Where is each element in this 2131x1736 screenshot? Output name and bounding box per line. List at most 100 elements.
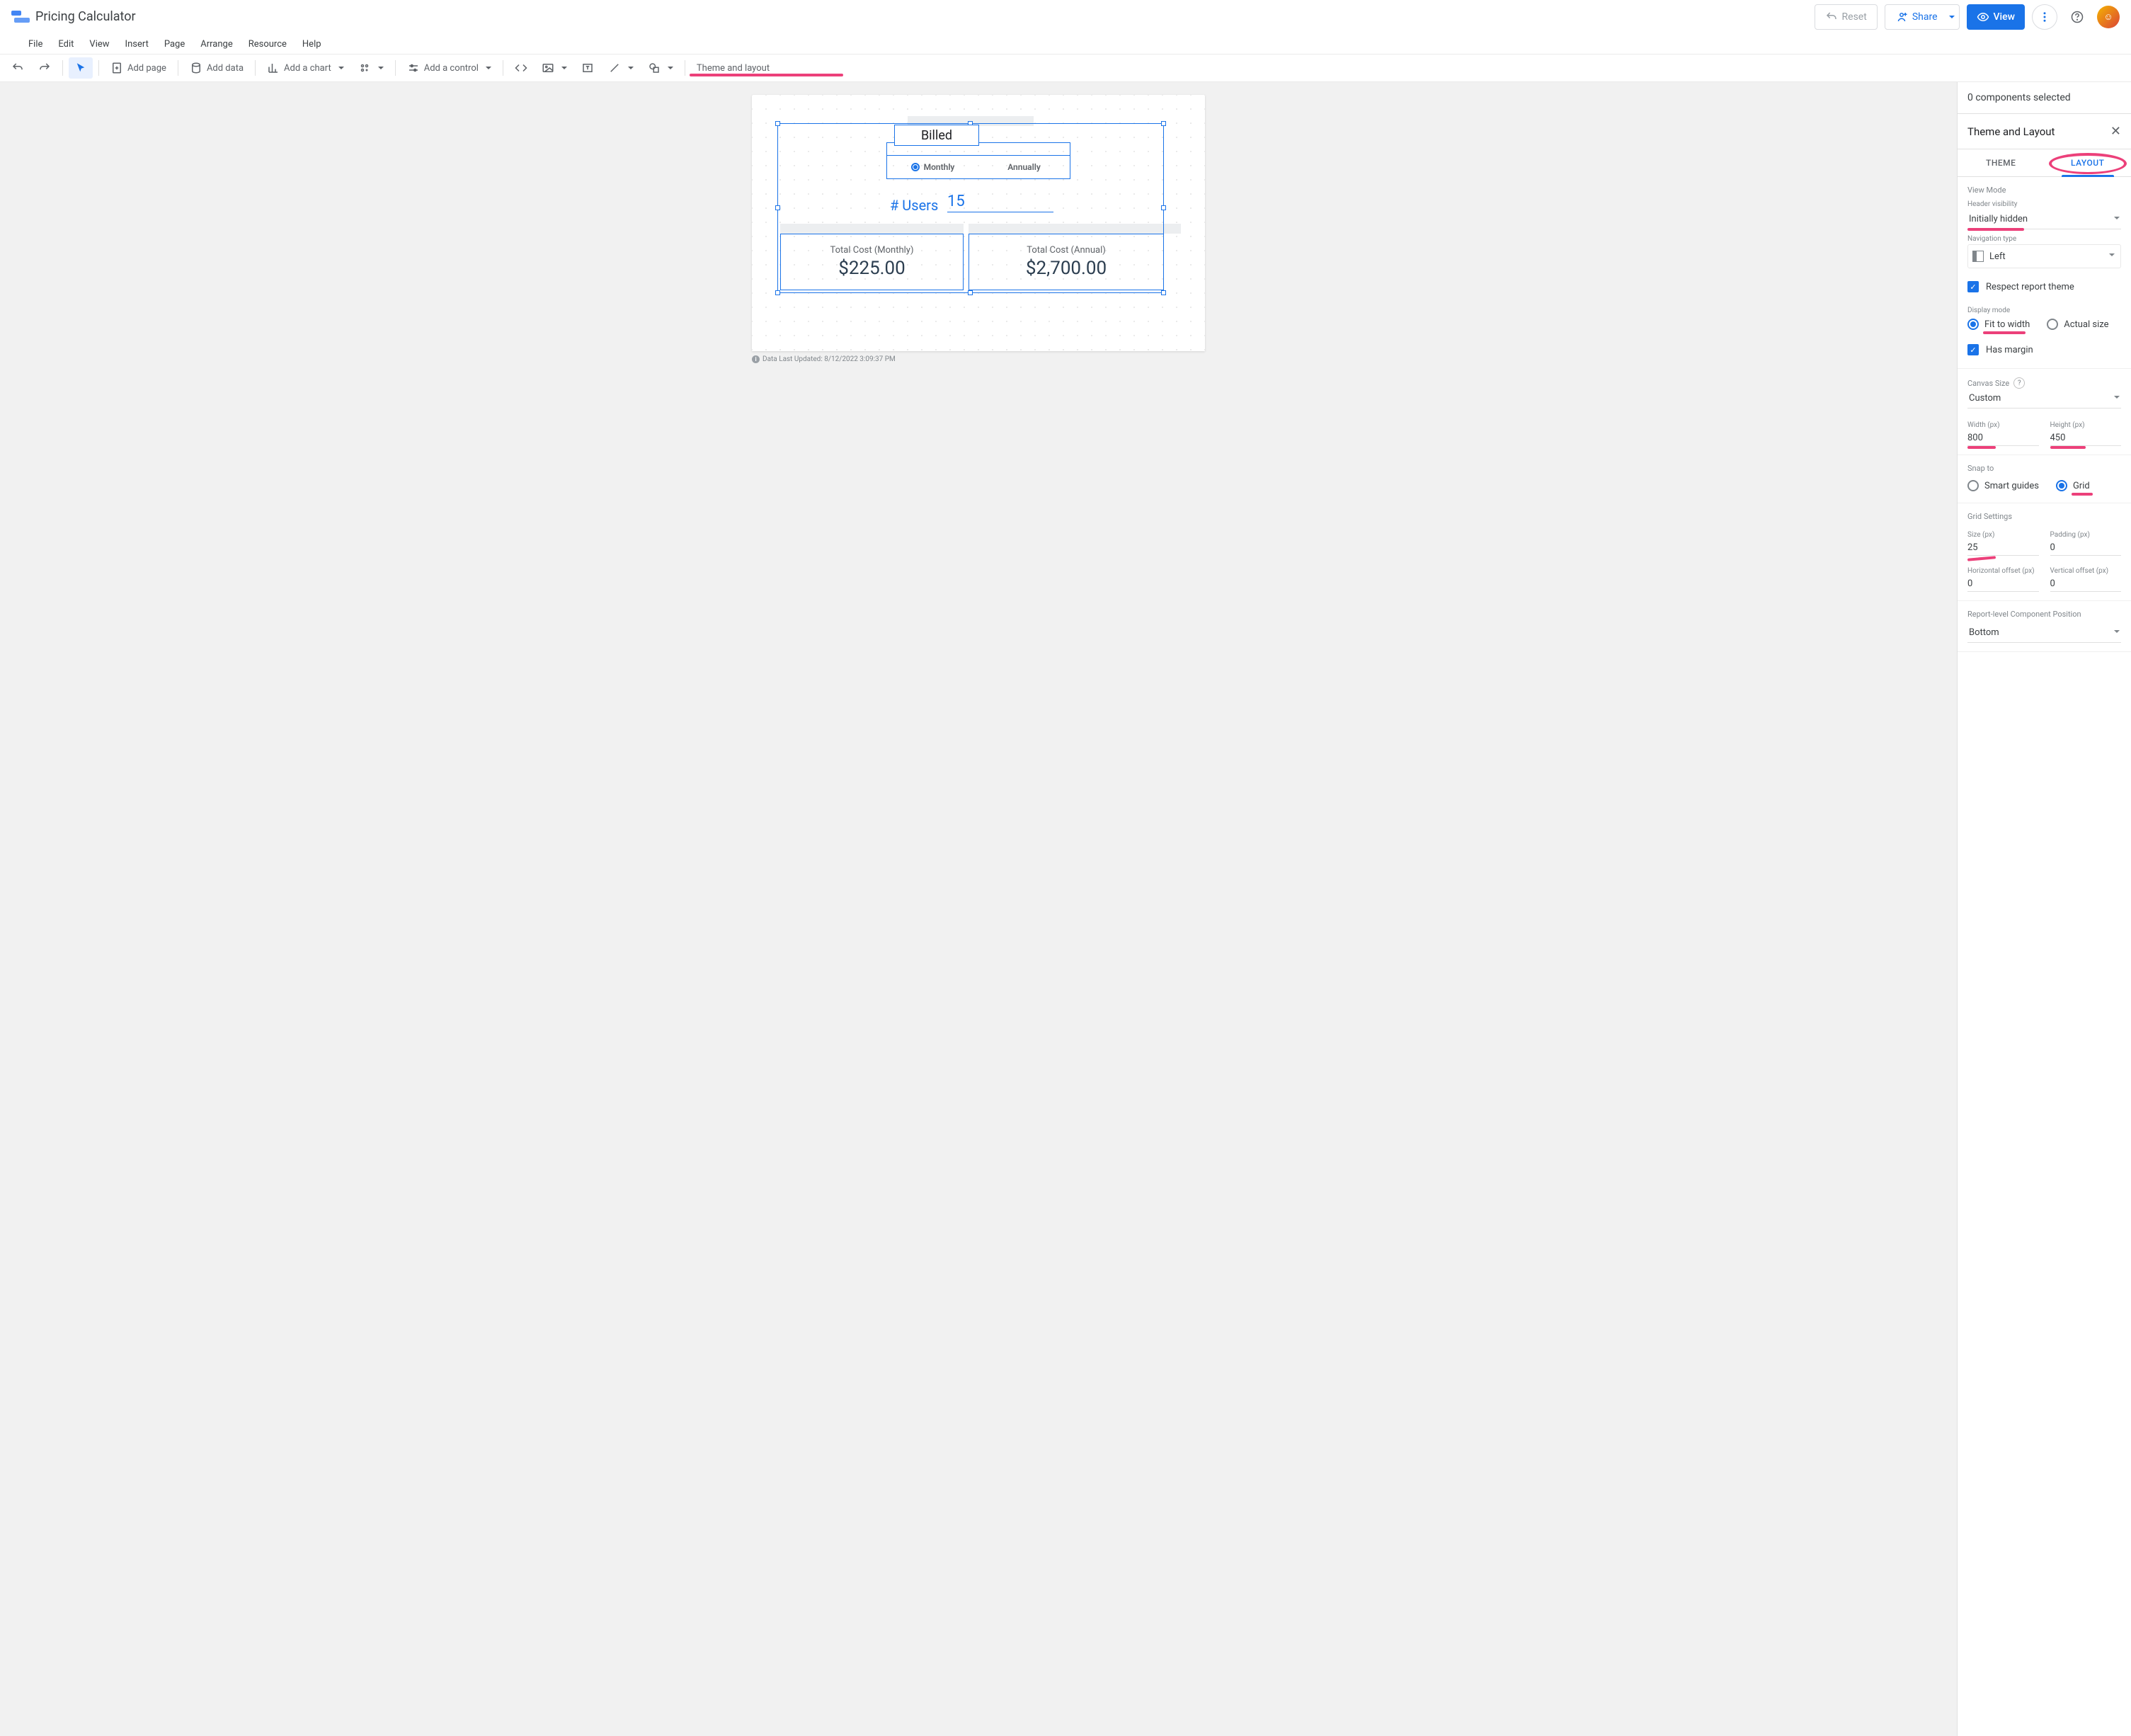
menu-arrange[interactable]: Arrange [193,36,239,52]
grid-size-label: Size (px) [1967,531,2039,539]
add-chart-label: Add a chart [284,63,331,74]
embed-button[interactable] [509,57,533,79]
line-button[interactable] [602,57,639,79]
component-position-select[interactable]: Bottom [1967,623,2121,643]
add-data-button[interactable]: Add data [184,57,249,79]
redo-icon [38,62,51,74]
undo-icon [1825,11,1838,23]
billing-toggle[interactable]: Monthly Annually [886,155,1070,179]
help-button[interactable] [2064,4,2090,30]
undo-button[interactable] [6,57,30,79]
account-avatar[interactable]: ☺ [2097,6,2120,28]
toggle-monthly[interactable]: Monthly [887,156,978,178]
annotation-mark [1967,556,1996,561]
nav-type-select[interactable]: Left [1967,244,2121,268]
info-icon: i [752,355,760,363]
canvas-size-value: Custom [1969,393,2001,404]
text-button[interactable] [576,57,600,79]
menu-file[interactable]: File [21,36,50,52]
grid-label: Grid [2073,481,2090,491]
grid-size-input[interactable] [1967,540,2039,556]
panel-title: Theme and Layout [1967,125,2055,138]
select-tool[interactable] [69,57,93,79]
annotation-mark [2072,493,2093,496]
page-add-icon [110,62,123,74]
scorecard-monthly[interactable]: Total Cost (Monthly) $225.00 [780,234,964,290]
canvas-area[interactable]: Billed Monthly Annually # Users 15 Total… [0,82,1957,1736]
menu-bar: File Edit View Insert Page Arrange Resou… [0,34,2131,54]
radio-smart-guides[interactable]: Smart guides [1967,480,2039,491]
reset-button[interactable]: Reset [1815,4,1878,30]
code-icon [515,62,527,74]
theme-layout-button[interactable]: Theme and layout [691,57,775,79]
canvas-size-label: Canvas Size [1967,379,2009,388]
nav-type-value: Left [1989,251,2006,262]
grid-padding-input[interactable] [2050,540,2122,556]
add-control-label: Add a control [424,63,479,74]
tab-theme[interactable]: THEME [1958,149,2045,176]
respect-theme-checkbox[interactable]: ✓ [1967,281,1979,292]
report-title[interactable]: Pricing Calculator [35,9,136,24]
fit-width-label: Fit to width [1984,319,2030,330]
hoffset-input[interactable] [1967,576,2039,592]
toggle-annually[interactable]: Annually [978,156,1070,178]
menu-help[interactable]: Help [295,36,328,52]
add-page-label: Add page [127,63,166,74]
community-viz-button[interactable] [353,57,389,79]
voffset-label: Vertical offset (px) [2050,567,2122,575]
annotation-mark [1967,446,1996,449]
report-canvas[interactable]: Billed Monthly Annually # Users 15 Total… [752,95,1205,351]
annotation-circle [2049,153,2127,174]
has-margin-checkbox[interactable]: ✓ [1967,344,1979,355]
add-chart-button[interactable]: Add a chart [261,57,350,79]
billed-label-box[interactable]: Billed [894,125,979,146]
image-icon [542,62,554,74]
scorecard-annual[interactable]: Total Cost (Annual) $2,700.00 [969,234,1164,290]
height-input[interactable] [2050,430,2122,446]
view-button[interactable]: View [1967,4,2026,30]
chart-icon [267,62,280,74]
scorecard-title: Total Cost (Monthly) [830,245,914,256]
menu-resource[interactable]: Resource [241,36,294,52]
close-panel-button[interactable]: ✕ [2110,124,2121,139]
radio-fit-width[interactable]: Fit to width [1967,319,2030,330]
section-view-mode: View Mode [1967,185,2121,195]
more-vert-icon [2038,11,2051,23]
share-dropdown-button[interactable] [1943,4,1960,30]
scorecard-value: $225.00 [838,258,905,279]
help-icon [2071,11,2084,23]
help-icon[interactable]: ? [2013,377,2025,389]
menu-insert[interactable]: Insert [118,36,156,52]
shape-icon [648,62,661,74]
toggle-annually-label: Annually [1007,162,1041,172]
eye-icon [1977,11,1989,23]
grid-padding-label: Padding (px) [2050,531,2122,539]
shape-button[interactable] [642,57,679,79]
menu-edit[interactable]: Edit [51,36,81,52]
display-mode-label: Display mode [1967,307,2121,314]
toggle-monthly-label: Monthly [924,162,955,172]
redo-button[interactable] [33,57,57,79]
component-position-value: Bottom [1969,627,1999,638]
community-icon [358,62,371,74]
cursor-icon [74,62,87,74]
add-page-button[interactable]: Add page [105,57,172,79]
image-button[interactable] [536,57,573,79]
radio-actual-size[interactable]: Actual size [2047,319,2108,330]
respect-theme-label: Respect report theme [1986,282,2074,292]
view-label: View [1994,11,2016,23]
radio-grid[interactable]: Grid [2056,480,2090,491]
radio-on-icon [1967,319,1979,330]
users-input[interactable]: 15 [947,193,1053,212]
more-options-button[interactable] [2032,4,2057,30]
menu-view[interactable]: View [82,36,116,52]
add-control-button[interactable]: Add a control [401,57,497,79]
database-icon [190,62,202,74]
voffset-input[interactable] [2050,576,2122,592]
canvas-size-select[interactable]: Custom [1967,389,2121,409]
share-button[interactable]: Share [1885,4,1948,30]
menu-page[interactable]: Page [157,36,192,52]
share-label: Share [1912,11,1938,23]
header-visibility-select[interactable]: Initially hidden [1967,210,2121,229]
width-input[interactable] [1967,430,2039,446]
